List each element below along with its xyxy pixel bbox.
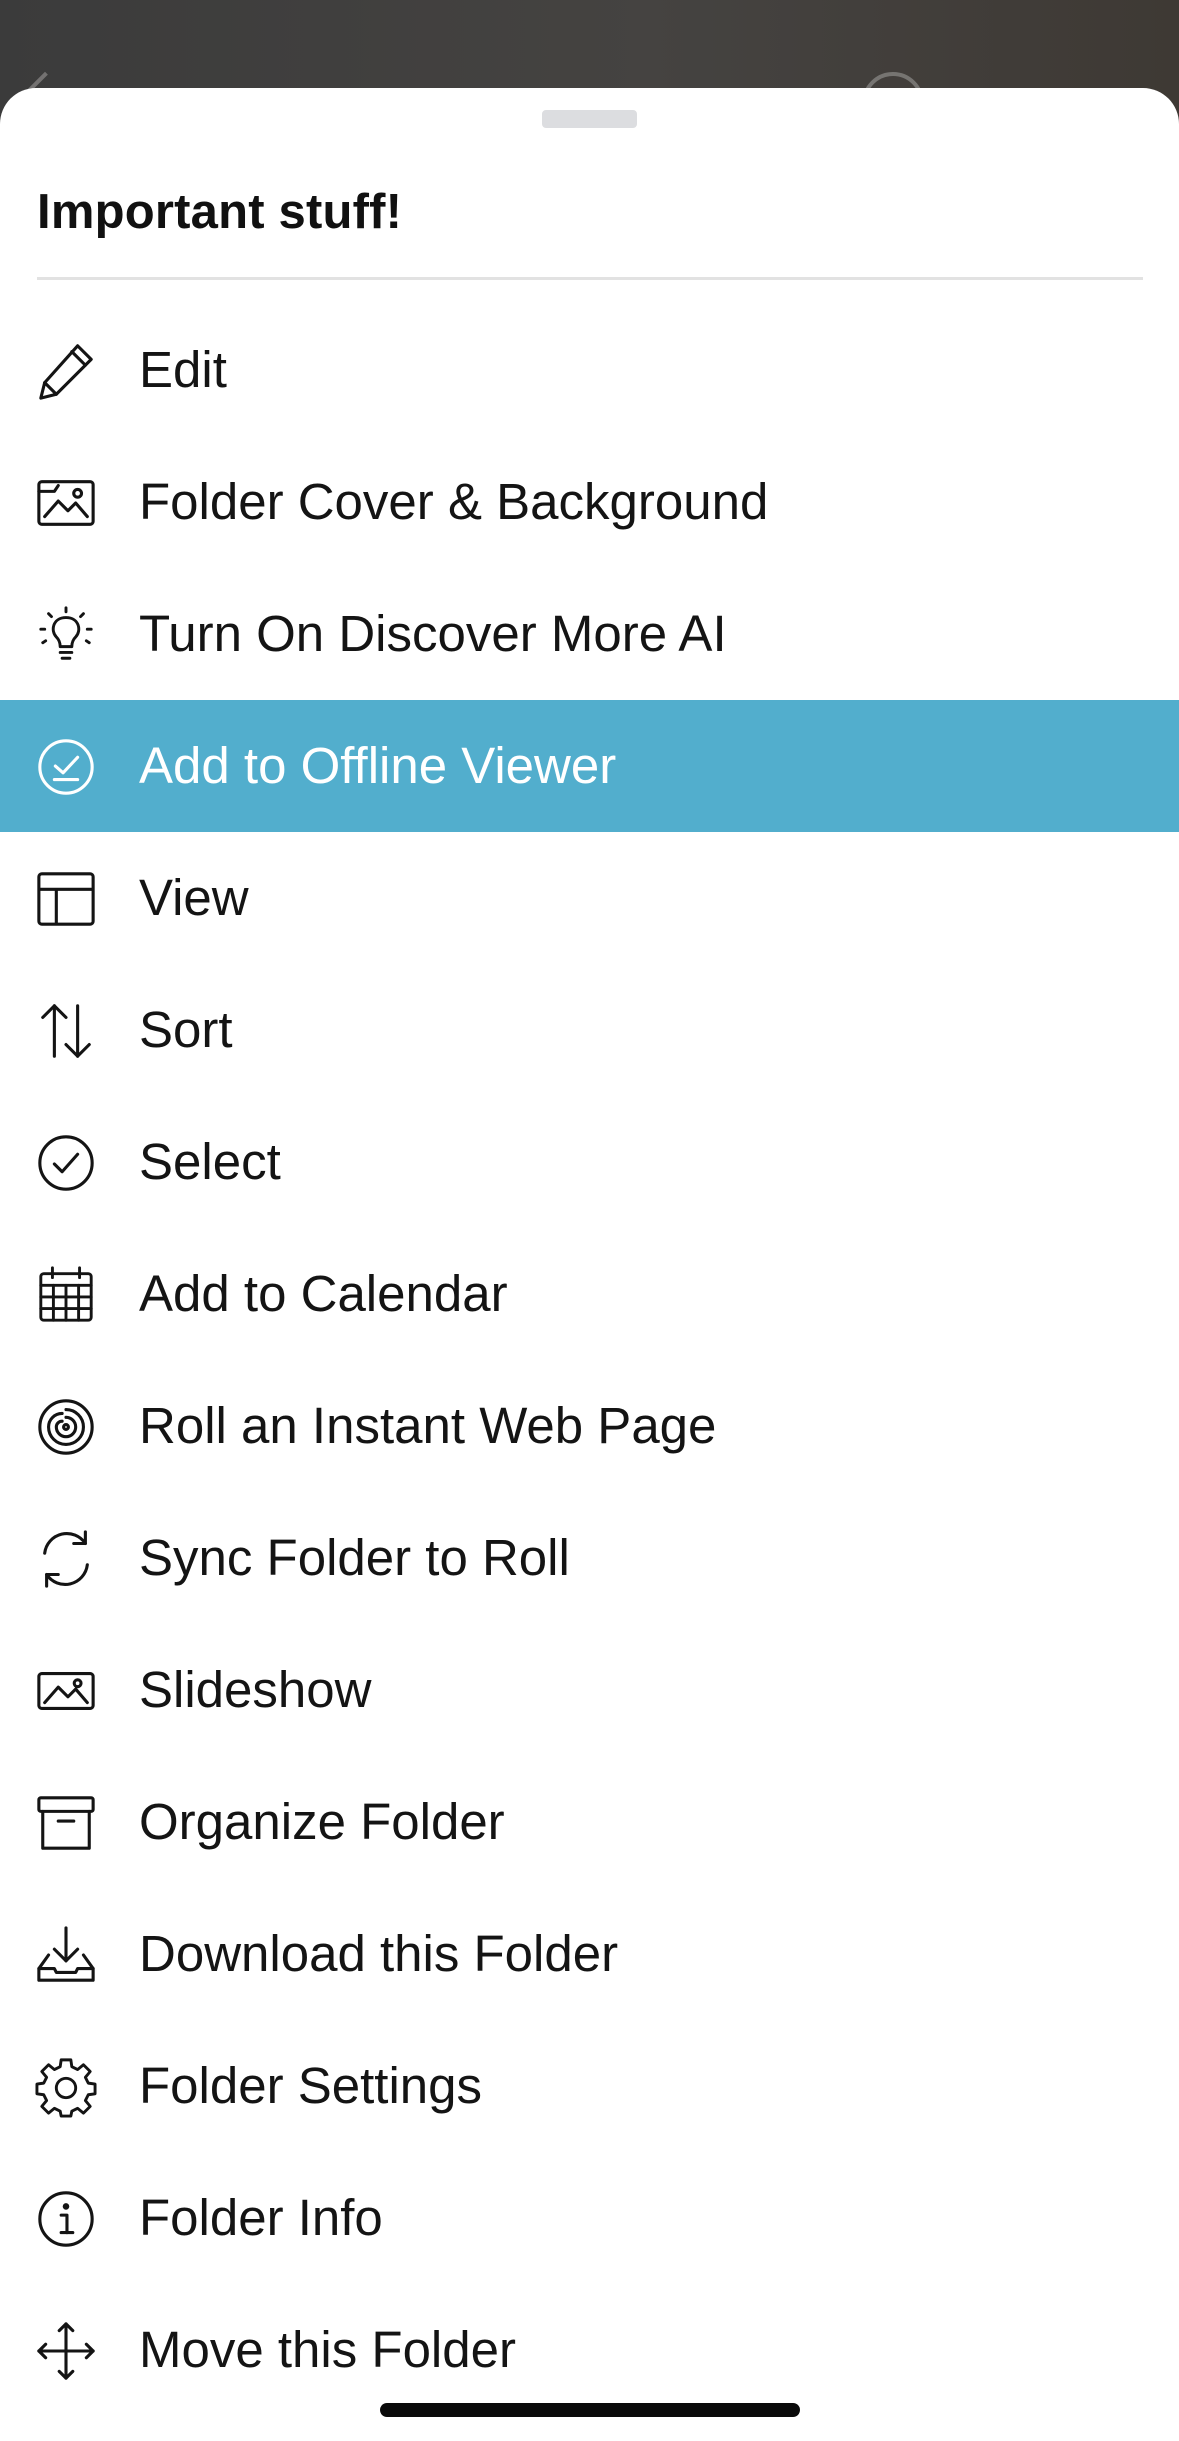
pencil-icon bbox=[35, 340, 97, 402]
menu-item-label: Move this Folder bbox=[139, 2321, 516, 2378]
menu-item-view[interactable]: View bbox=[0, 832, 1179, 964]
menu-item-label: Select bbox=[139, 1133, 281, 1190]
menu-item-folder-cover[interactable]: Folder Cover & Background bbox=[0, 436, 1179, 568]
image-frame-icon bbox=[35, 472, 97, 534]
menu-item-roll-web-page[interactable]: Roll an Instant Web Page bbox=[0, 1360, 1179, 1492]
menu-item-label: Add to Calendar bbox=[139, 1265, 508, 1322]
menu-item-edit[interactable]: Edit bbox=[0, 304, 1179, 436]
home-indicator[interactable] bbox=[380, 2403, 800, 2417]
lightbulb-icon bbox=[35, 604, 97, 666]
layout-icon bbox=[35, 868, 97, 930]
menu-item-label: Folder Settings bbox=[139, 2057, 483, 2114]
info-icon bbox=[35, 2188, 97, 2250]
menu-item-label: Sort bbox=[139, 1001, 233, 1058]
gear-icon bbox=[35, 2056, 97, 2118]
calendar-icon bbox=[35, 1264, 97, 1326]
move-arrows-icon bbox=[35, 2320, 97, 2382]
sync-icon bbox=[35, 1528, 97, 1590]
menu-item-slideshow[interactable]: Slideshow bbox=[0, 1624, 1179, 1756]
menu-item-select[interactable]: Select bbox=[0, 1096, 1179, 1228]
menu-item-sort[interactable]: Sort bbox=[0, 964, 1179, 1096]
menu-item-label: Roll an Instant Web Page bbox=[139, 1397, 717, 1454]
menu-item-partial[interactable] bbox=[0, 2416, 1179, 2441]
slideshow-icon bbox=[35, 1660, 97, 1722]
menu-item-label: Add to Offline Viewer bbox=[139, 737, 617, 794]
menu-item-add-offline-viewer[interactable]: Add to Offline Viewer bbox=[0, 700, 1179, 832]
menu-item-label: Edit bbox=[139, 341, 227, 398]
offline-check-icon bbox=[35, 736, 97, 798]
menu-item-label: Download this Folder bbox=[139, 1925, 619, 1982]
menu-item-label: Folder Cover & Background bbox=[139, 473, 769, 530]
menu-item-add-calendar[interactable]: Add to Calendar bbox=[0, 1228, 1179, 1360]
menu-item-label: Turn On Discover More AI bbox=[139, 605, 727, 662]
menu-item-discover-ai[interactable]: Turn On Discover More AI bbox=[0, 568, 1179, 700]
sheet-grabber[interactable] bbox=[542, 110, 637, 128]
menu-item-label: Slideshow bbox=[139, 1661, 372, 1718]
check-circle-icon bbox=[35, 1132, 97, 1194]
archive-box-icon bbox=[35, 1792, 97, 1854]
menu-item-move-folder[interactable]: Move this Folder bbox=[0, 2284, 1179, 2416]
download-tray-icon bbox=[35, 1924, 97, 1986]
menu-item-folder-settings[interactable]: Folder Settings bbox=[0, 2020, 1179, 2152]
menu-item-label: Folder Info bbox=[139, 2189, 383, 2246]
menu-item-label: Sync Folder to Roll bbox=[139, 1529, 570, 1586]
spiral-icon bbox=[35, 1396, 97, 1458]
menu-item-label: View bbox=[139, 869, 249, 926]
menu-item-organize[interactable]: Organize Folder bbox=[0, 1756, 1179, 1888]
action-sheet: Important stuff! Edit Folder Cover & Bac… bbox=[0, 88, 1179, 2441]
menu-item-download[interactable]: Download this Folder bbox=[0, 1888, 1179, 2020]
sheet-title: Important stuff! bbox=[37, 185, 403, 239]
folder-actions-menu: Edit Folder Cover & Background Turn On D… bbox=[0, 304, 1179, 2441]
title-divider bbox=[37, 277, 1143, 280]
sort-arrows-icon bbox=[35, 1000, 97, 1062]
menu-item-label: Organize Folder bbox=[139, 1793, 505, 1850]
menu-item-folder-info[interactable]: Folder Info bbox=[0, 2152, 1179, 2284]
menu-item-sync-roll[interactable]: Sync Folder to Roll bbox=[0, 1492, 1179, 1624]
